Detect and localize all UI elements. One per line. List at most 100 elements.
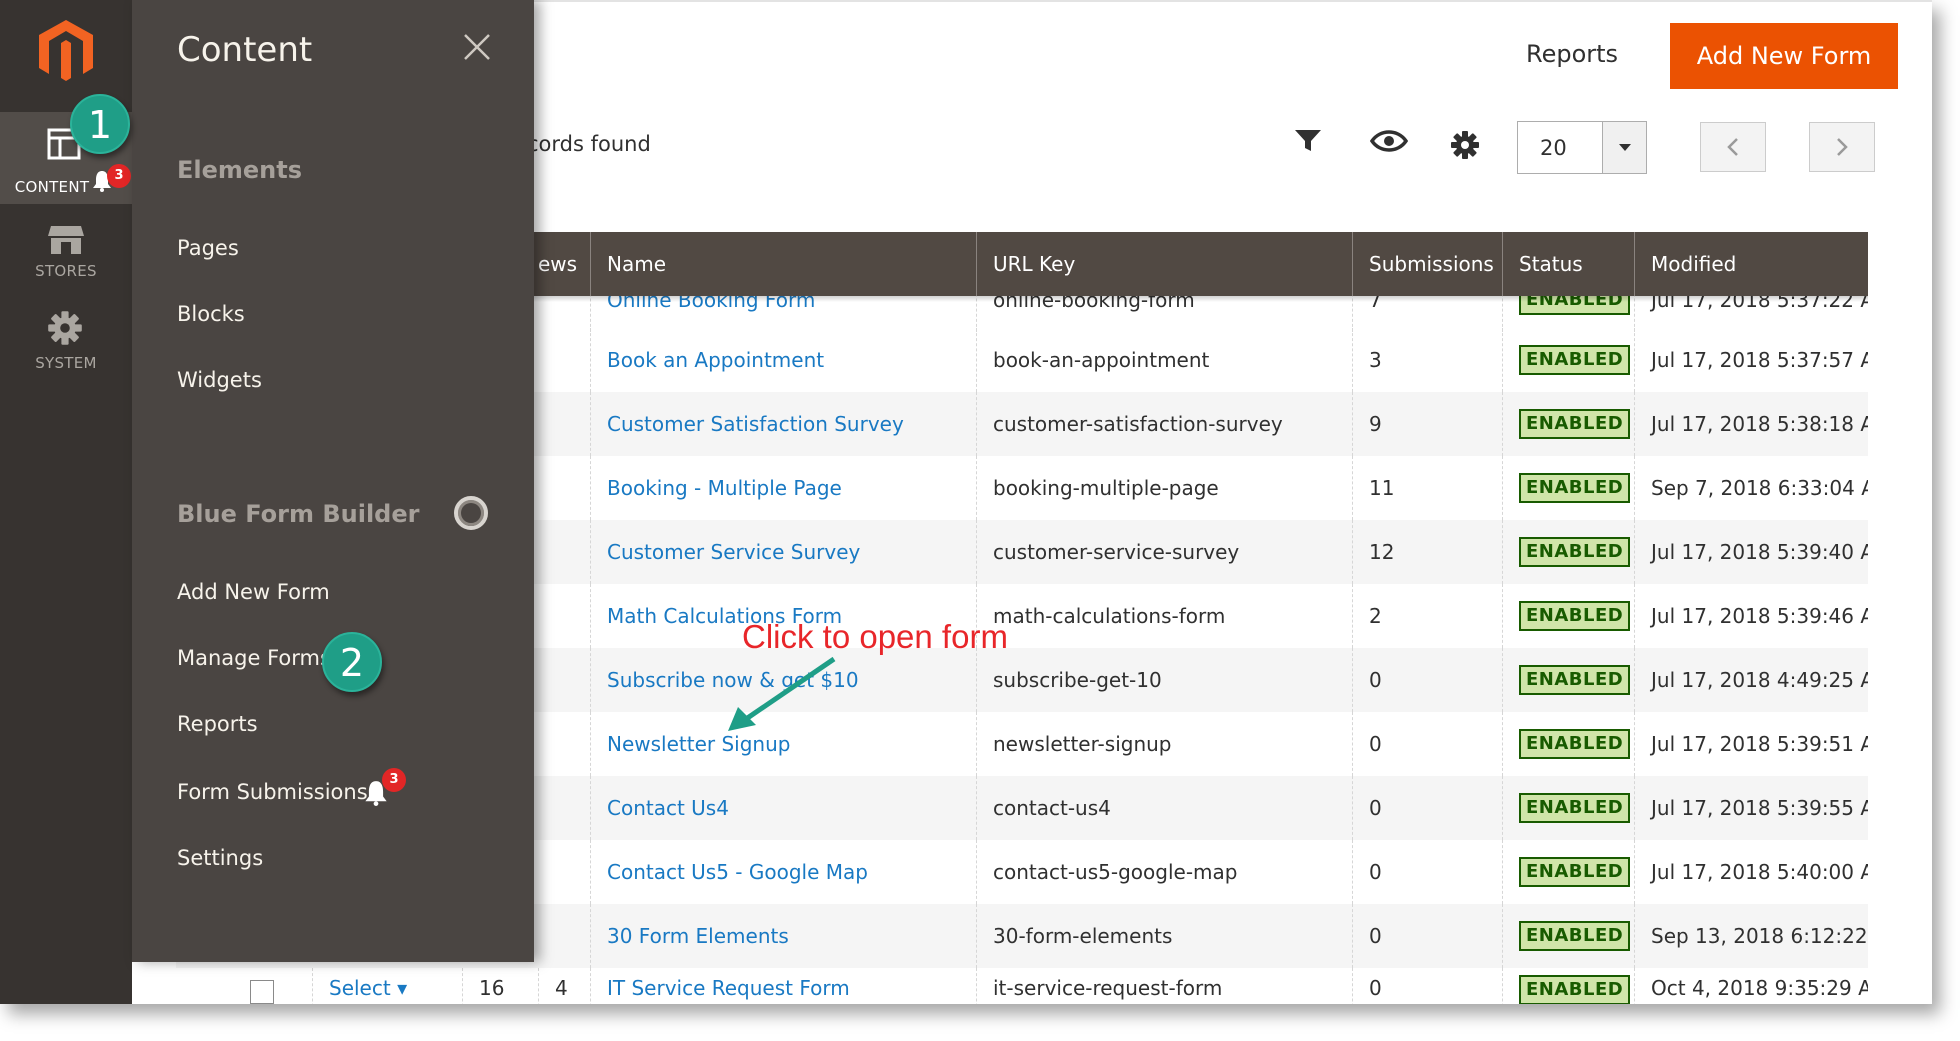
caret-down-icon: ▾ — [397, 976, 408, 1000]
url-key-cell: contact-us4 — [976, 776, 1352, 840]
form-name-link[interactable]: IT Service Request Form — [607, 976, 850, 1000]
modified-cell: Jul 17, 2018 5:39:51 AM — [1634, 712, 1868, 776]
url-key-cell: booking-multiple-page — [976, 456, 1352, 520]
menu-item-reports[interactable]: Reports — [177, 712, 258, 736]
rail-item-stores[interactable]: STORES — [0, 212, 132, 304]
submissions-cell: 0 — [1352, 840, 1502, 904]
column-header-status[interactable]: Status — [1502, 232, 1634, 296]
modified-cell: Jul 17, 2018 5:39:46 AM — [1634, 584, 1868, 648]
per-page-select[interactable]: 20 — [1517, 121, 1647, 174]
section-title-elements: Elements — [177, 156, 303, 184]
modified-cell: Jul 17, 2018 5:38:18 AM — [1634, 392, 1868, 456]
per-page-value: 20 — [1540, 136, 1567, 160]
status-badge: ENABLED — [1519, 921, 1631, 951]
form-name-link[interactable]: Book an Appointment — [607, 348, 824, 372]
step-marker-1: 1 — [70, 94, 130, 154]
url-key-cell: newsletter-signup — [976, 712, 1352, 776]
submissions-cell: 0 — [1352, 904, 1502, 968]
url-key-cell: book-an-appointment — [976, 328, 1352, 392]
per-page-dropdown-button[interactable] — [1602, 122, 1646, 173]
filter-icon[interactable] — [1294, 128, 1322, 154]
row-action-select[interactable]: Select ▾ — [312, 968, 462, 1004]
modified-cell: Jul 17, 2018 5:39:40 AM — [1634, 520, 1868, 584]
submissions-cell: 0 — [1352, 776, 1502, 840]
notification-badge: 3 — [382, 768, 406, 792]
url-key-cell: math-calculations-form — [976, 584, 1352, 648]
annotation-arrow-icon — [728, 656, 836, 731]
submissions-cell: 9 — [1352, 392, 1502, 456]
eye-icon[interactable] — [1370, 130, 1408, 152]
form-name-link[interactable]: Customer Service Survey — [607, 540, 860, 564]
menu-item-manage-forms[interactable]: Manage Forms — [177, 646, 331, 670]
table-row-partial-bottom: Select ▾ 16 4 IT Service Request Form it… — [176, 968, 1868, 1004]
menu-item-pages[interactable]: Pages — [177, 236, 239, 260]
menu-item-blocks[interactable]: Blocks — [177, 302, 245, 326]
row-action-label: Select — [329, 976, 391, 1000]
form-name-link[interactable]: 30 Form Elements — [607, 924, 789, 948]
records-found-text: cords found — [527, 132, 651, 156]
submissions-cell: 3 — [1352, 328, 1502, 392]
magento-logo-icon[interactable] — [36, 18, 96, 84]
url-key-cell: customer-satisfaction-survey — [976, 392, 1352, 456]
form-name-link[interactable]: Contact Us4 — [607, 796, 729, 820]
url-key-cell: subscribe-get-10 — [976, 648, 1352, 712]
column-header-name[interactable]: Name — [590, 232, 976, 296]
url-key-cell: 30-form-elements — [976, 904, 1352, 968]
modified-cell: Jul 17, 2018 5:39:55 AM — [1634, 776, 1868, 840]
prev-page-button[interactable] — [1700, 122, 1766, 172]
rail-item-label: SYSTEM — [35, 354, 97, 372]
status-badge: ENABLED — [1519, 345, 1631, 375]
menu-item-add-new-form[interactable]: Add New Form — [177, 580, 330, 604]
chevron-right-icon — [1837, 138, 1848, 156]
submissions-cell: 12 — [1352, 520, 1502, 584]
submissions-cell: 11 — [1352, 456, 1502, 520]
column-header-modified[interactable]: Modified — [1634, 232, 1868, 296]
url-key-cell: it-service-request-form — [976, 968, 1352, 1004]
modified-cell: Sep 13, 2018 6:12:22 AM — [1634, 904, 1868, 968]
submissions-cell: 2 — [1352, 584, 1502, 648]
gear-icon — [48, 311, 82, 345]
url-key-cell: customer-service-survey — [976, 520, 1352, 584]
caret-down-icon — [1619, 144, 1631, 151]
menu-item-form-submissions[interactable]: Form Submissions — [177, 780, 368, 804]
form-name-link[interactable]: Customer Satisfaction Survey — [607, 412, 904, 436]
content-flyout-menu: Content Elements Pages Blocks Widgets Bl… — [132, 0, 534, 962]
status-badge: ENABLED — [1519, 793, 1631, 823]
section-title-blue-form-builder: Blue Form Builder — [177, 500, 420, 528]
chevron-left-icon — [1727, 138, 1738, 156]
row-checkbox[interactable] — [250, 980, 274, 1004]
status-badge: ENABLED — [1519, 974, 1631, 1004]
loading-spinner-icon — [454, 496, 488, 530]
modified-cell: Jul 17, 2018 4:49:25 AM — [1634, 648, 1868, 712]
next-page-button[interactable] — [1809, 122, 1875, 172]
rail-item-system[interactable]: SYSTEM — [0, 304, 132, 396]
menu-item-widgets[interactable]: Widgets — [177, 368, 262, 392]
status-badge: ENABLED — [1519, 601, 1631, 631]
submissions-cell: 0 — [1352, 968, 1502, 1004]
modified-cell: Jul 17, 2018 5:40:00 AM — [1634, 840, 1868, 904]
url-key-cell: contact-us5-google-map — [976, 840, 1352, 904]
column-header-url-key[interactable]: URL Key — [976, 232, 1352, 296]
submissions-cell: 0 — [1352, 648, 1502, 712]
app-window: Reports Add New Form cords found 20 Book… — [0, 0, 1932, 1004]
menu-item-settings[interactable]: Settings — [177, 846, 263, 870]
gear-icon[interactable] — [1450, 130, 1480, 160]
status-badge: ENABLED — [1519, 729, 1631, 759]
form-name-link[interactable]: Contact Us5 - Google Map — [607, 860, 868, 884]
views-cell: 4 — [538, 968, 590, 1004]
rail-item-label: STORES — [35, 262, 97, 280]
step-marker-2: 2 — [322, 632, 382, 692]
column-header-views[interactable]: ews — [538, 232, 590, 296]
status-badge: ENABLED — [1519, 473, 1631, 503]
close-icon[interactable] — [462, 32, 492, 62]
flyout-title: Content — [177, 30, 313, 70]
id-cell: 16 — [462, 968, 538, 1004]
form-name-link[interactable]: Booking - Multiple Page — [607, 476, 842, 500]
add-new-form-button[interactable]: Add New Form — [1670, 23, 1898, 89]
status-badge: ENABLED — [1519, 665, 1631, 695]
form-name-link[interactable]: Newsletter Signup — [607, 732, 790, 756]
modified-cell: Jul 17, 2018 5:37:57 AM — [1634, 328, 1868, 392]
status-badge: ENABLED — [1519, 409, 1631, 439]
reports-link[interactable]: Reports — [1526, 40, 1618, 68]
column-header-submissions[interactable]: Submissions — [1352, 232, 1502, 296]
